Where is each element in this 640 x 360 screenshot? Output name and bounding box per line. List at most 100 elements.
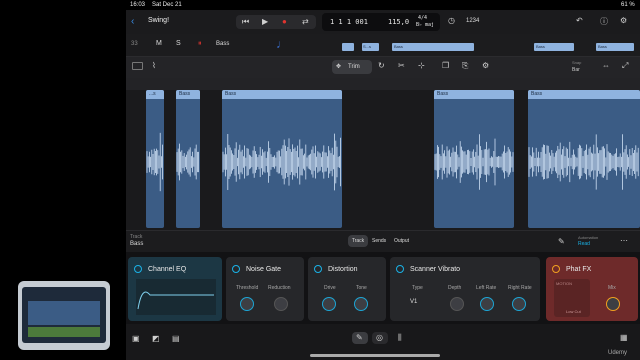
- plugin-phat-fx[interactable]: Phat FX MOTION Low Cut Mix: [546, 257, 638, 321]
- arrangement-region[interactable]: [342, 43, 354, 51]
- rewind-icon[interactable]: ⏮: [242, 17, 249, 27]
- pointer-icon[interactable]: ⊹: [418, 61, 425, 70]
- mixer-icon[interactable]: ⫼: [398, 333, 402, 343]
- solo-button[interactable]: S: [176, 40, 181, 47]
- plugin-noise-gate[interactable]: Noise Gate Threshold Reduction: [226, 257, 304, 321]
- plugin-title: Scanner Vibrato: [410, 266, 461, 273]
- editor-toolbar: ⌇ ✥ Trim ↻ ✂ ⊹ ❐ ⎘ ⚙ Snap Bar ⇔ ⤢: [126, 57, 640, 78]
- fit-icon[interactable]: ⤢: [622, 61, 628, 71]
- tone-label: Tone: [356, 285, 367, 291]
- settings-icon[interactable]: ⚙: [620, 16, 627, 25]
- status-bar: 16:03 Sat Dec 21 61 %: [126, 0, 640, 10]
- automation-label: Automation: [578, 235, 599, 240]
- more-icon[interactable]: ⋯: [620, 236, 628, 245]
- scissors-icon[interactable]: ✂: [398, 61, 405, 70]
- editor-settings-icon[interactable]: ⚙: [482, 61, 489, 70]
- edit-mode-button[interactable]: ✎: [352, 332, 368, 344]
- power-icon[interactable]: [552, 265, 560, 273]
- watermark: Udemy: [608, 350, 628, 356]
- lcd-display[interactable]: 1 1 1 001 115,0 4/4 B♭ maj: [322, 13, 440, 31]
- power-icon[interactable]: [134, 265, 142, 273]
- left-rate-label: Left Rate: [476, 285, 497, 291]
- tab-sends[interactable]: Sends: [372, 238, 386, 244]
- depth-knob[interactable]: [450, 297, 464, 311]
- play-icon[interactable]: ▶: [262, 17, 268, 26]
- arrangement-region[interactable]: Bass: [596, 43, 634, 51]
- pencil-icon: ✎: [356, 333, 363, 342]
- count-in[interactable]: 1234: [466, 18, 479, 24]
- snap-link-icon[interactable]: ⎘: [462, 61, 468, 71]
- track-header-name: Bass: [130, 241, 144, 247]
- trim-icon: ✥: [336, 64, 342, 70]
- transport-group: ⏮ ▶ ● ⇄: [236, 15, 316, 29]
- plugin-distortion[interactable]: Distortion Drive Tone: [308, 257, 386, 321]
- depth-label: Depth: [448, 285, 462, 291]
- status-time: 16:03: [130, 2, 146, 8]
- reduction-knob[interactable]: [274, 297, 288, 311]
- threshold-knob[interactable]: [240, 297, 254, 311]
- undo-icon[interactable]: ↶: [576, 16, 583, 25]
- track-name[interactable]: Bass: [216, 41, 229, 47]
- arrangement-region[interactable]: Bass: [534, 43, 574, 51]
- inspector-icon[interactable]: ▤: [172, 334, 180, 343]
- mute-button[interactable]: M: [156, 40, 162, 47]
- status-date: Sat Dec 21: [152, 2, 182, 8]
- track-header-label: Track: [130, 234, 143, 240]
- phat-badge: MOTION: [556, 281, 572, 286]
- power-icon[interactable]: [396, 265, 404, 273]
- plugin-channel-eq[interactable]: Channel EQ: [128, 257, 222, 321]
- control-bar: ‹ Swing! ⏮ ▶ ● ⇄ 1 1 1 001 115,0 4/4 B♭ …: [126, 10, 640, 34]
- track-number: 33: [131, 41, 138, 47]
- record-enable-icon[interactable]: ⏸: [198, 40, 202, 48]
- keyboard-icon[interactable]: ▦: [620, 333, 628, 342]
- lcd-key: B♭ maj: [416, 22, 435, 28]
- reduction-label: Reduction: [268, 285, 291, 291]
- pencil-icon[interactable]: ✎: [558, 237, 565, 246]
- thumbnail-regions: [28, 301, 100, 325]
- plugin-mode-button[interactable]: ◎: [372, 332, 388, 344]
- project-title[interactable]: Swing!: [148, 17, 169, 24]
- left-rate-knob[interactable]: [480, 297, 494, 311]
- arrangement-region[interactable]: S...s: [362, 43, 379, 51]
- snap-value[interactable]: Bar: [572, 67, 580, 73]
- chevron-left-icon[interactable]: ‹: [131, 16, 134, 27]
- arrangement-region[interactable]: Bass: [392, 43, 474, 51]
- drive-label: Drive: [324, 285, 336, 291]
- waveform: [146, 132, 639, 192]
- inspector-header: Track Bass Track Sends Output ✎ Automati…: [126, 230, 640, 253]
- phat-xy-pad[interactable]: MOTION Low Cut: [554, 279, 590, 317]
- loop-tool-icon[interactable]: ↻: [378, 61, 385, 70]
- automation-value[interactable]: Read: [578, 241, 590, 247]
- eq-curve: [136, 279, 216, 315]
- plugin-title: Distortion: [328, 266, 358, 273]
- audio-editor: ...s Bass Bass Bass Bass: [126, 90, 640, 230]
- timeline-ruler[interactable]: [126, 78, 640, 90]
- type-value[interactable]: V1: [410, 299, 417, 305]
- track-header-row: 33 M S ⏸ Bass ♩ S...s Bass Bass Bass: [126, 34, 640, 57]
- power-icon[interactable]: [232, 265, 240, 273]
- metronome-icon[interactable]: ◷: [448, 16, 455, 25]
- trim-tool-button[interactable]: ✥ Trim: [332, 60, 372, 74]
- automation-curve-icon[interactable]: ⌇: [152, 61, 156, 70]
- help-icon[interactable]: ⓘ: [600, 16, 608, 27]
- tone-knob[interactable]: [354, 297, 368, 311]
- right-rate-label: Right Rate: [508, 285, 532, 291]
- view-toggle-icon[interactable]: [132, 62, 143, 70]
- tab-track[interactable]: Track: [348, 235, 368, 247]
- thumbnail-screen: [22, 287, 106, 343]
- trim-label: Trim: [348, 64, 360, 70]
- tab-output[interactable]: Output: [394, 238, 409, 244]
- zoom-icon[interactable]: ⇔: [602, 61, 610, 70]
- right-rate-knob[interactable]: [512, 297, 526, 311]
- browser-icon[interactable]: ▣: [132, 334, 140, 343]
- record-icon[interactable]: ●: [282, 17, 287, 26]
- copy-icon[interactable]: ❐: [442, 61, 449, 70]
- plugin-title: Phat FX: [566, 266, 592, 273]
- cycle-icon[interactable]: ⇄: [302, 17, 309, 26]
- camera-thumbnail: [18, 281, 110, 350]
- drive-knob[interactable]: [322, 297, 336, 311]
- plugin-scanner-vibrato[interactable]: Scanner Vibrato Type V1 Depth Left Rate …: [390, 257, 540, 321]
- loops-icon[interactable]: ◩: [152, 334, 160, 343]
- power-icon[interactable]: [314, 265, 322, 273]
- mix-knob[interactable]: [606, 297, 620, 311]
